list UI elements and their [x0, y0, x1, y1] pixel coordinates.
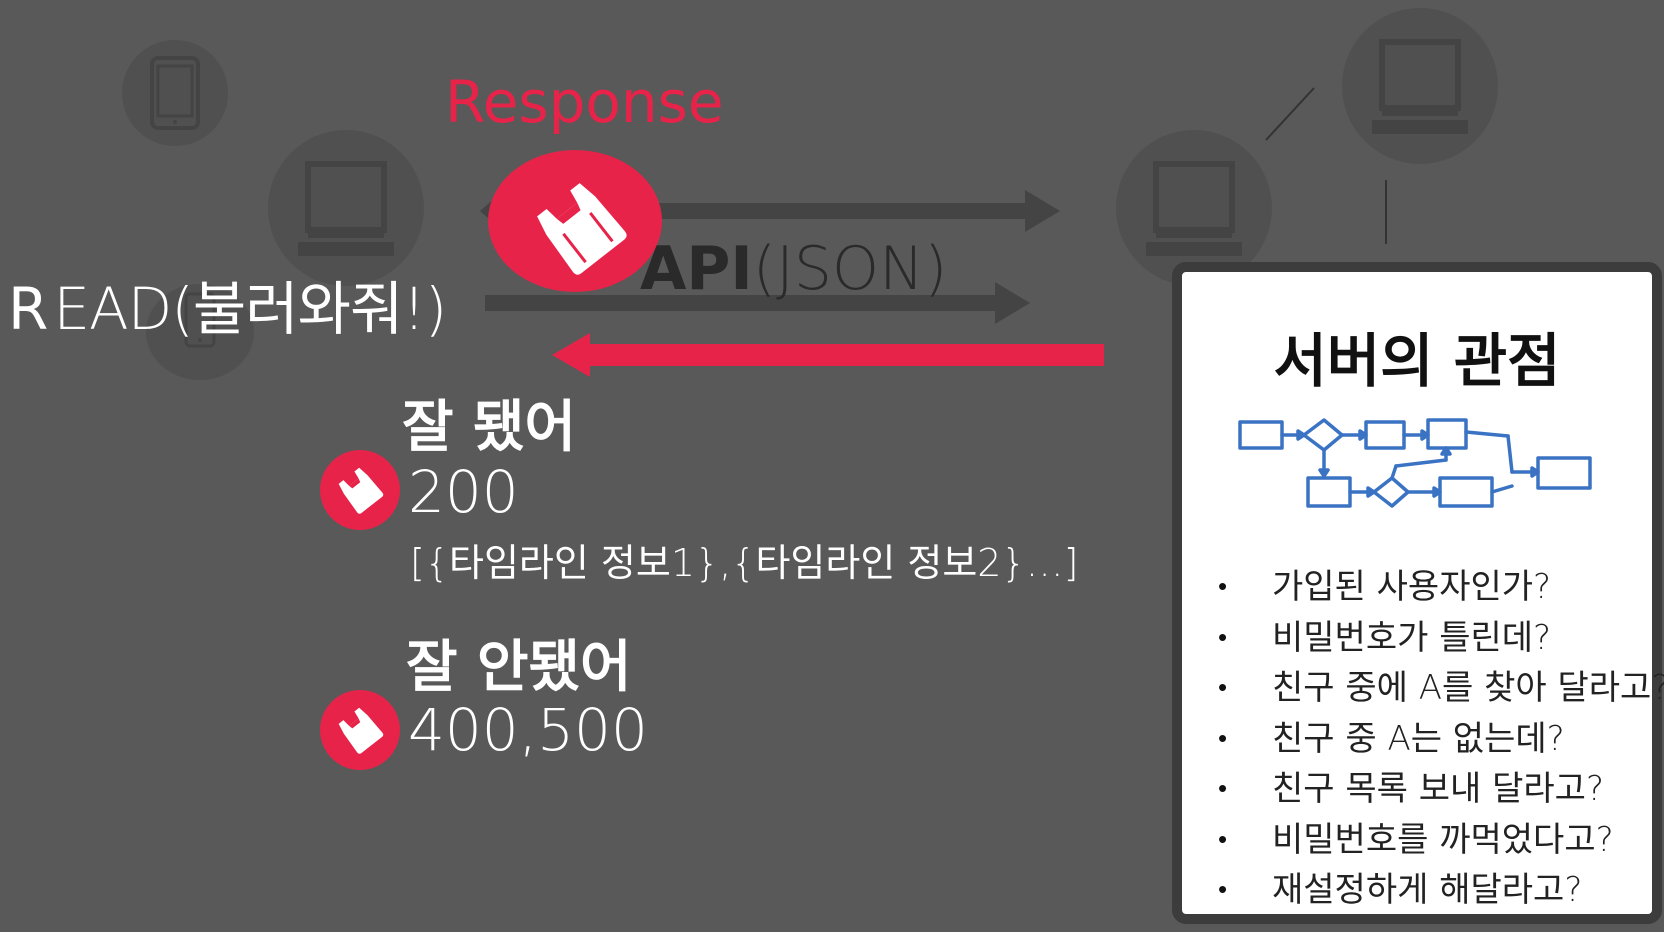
list-item: 비밀번호가 틀린데?: [1218, 613, 1664, 664]
response-arrow: [552, 333, 1104, 377]
success-badge: [320, 450, 400, 530]
api-label-rest: (JSON): [752, 234, 948, 304]
failure-title: 잘 안됐어: [406, 635, 632, 700]
list-item: 재설정하게 해달라고?: [1218, 865, 1664, 916]
response-badge: [488, 150, 662, 292]
success-payload: [{타임라인 정보1},{타임라인 정보2}…]: [410, 541, 1079, 585]
tablet-device: [122, 40, 228, 146]
response-label: Response: [445, 68, 724, 136]
server-questions-list: 가입된 사용자인가? 비밀번호가 틀린데? 친구 중에 A를 찾아 달라고? 친…: [1218, 562, 1664, 916]
read-label-rest: EAD(불러와줘!): [53, 275, 447, 343]
read-label: R EAD(불러와줘!): [8, 262, 447, 346]
tablet-icon: [150, 56, 200, 130]
read-label-r: R: [8, 275, 48, 343]
flowchart-icon: [1238, 418, 1592, 508]
success-code: 200: [408, 458, 519, 526]
api-json-label: API(JSON): [640, 234, 947, 304]
plastic-bag-icon: [338, 467, 384, 514]
server-perspective-card: 서버의 관점 가입된 사용자인가? 비밀번호가 틀린데? 친구: [1172, 262, 1664, 924]
card-title: 서버의 관점: [1273, 327, 1561, 395]
plastic-bag-icon: [537, 183, 627, 275]
list-item: 친구 목록 보내 달라고?: [1218, 764, 1664, 815]
list-item: 친구 중에 A를 찾아 달라고?: [1218, 663, 1664, 714]
list-item: 가입된 사용자인가?: [1218, 562, 1664, 613]
list-item: 비밀번호를 까먹었다고?: [1218, 815, 1664, 866]
failure-code: 400,500: [408, 696, 648, 764]
success-title: 잘 됐어: [402, 395, 577, 460]
list-item: 친구 중 A는 없는데?: [1218, 714, 1664, 765]
plastic-bag-icon: [338, 707, 384, 754]
failure-badge: [320, 690, 400, 770]
server-connection-lines: [1265, 87, 1387, 244]
